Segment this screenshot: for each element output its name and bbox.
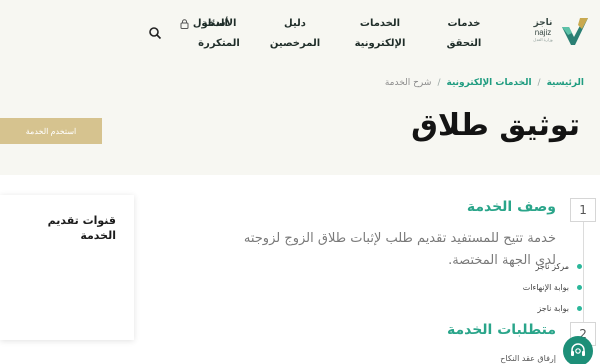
channels-title: قنوات تقديم الخدمة (47, 214, 116, 242)
nav-electronic-services[interactable]: الخدمات الإلكترونية (340, 14, 420, 54)
headset-support-icon (571, 343, 585, 356)
najiz-logo[interactable]: ناجز najiz وزارة العدل (530, 15, 588, 51)
najiz-checkmark-logo-icon (562, 18, 588, 45)
logo-arabic-text: ناجز (533, 18, 553, 28)
section-title-requirements: متطلبات الخدمة (446, 322, 556, 338)
use-service-button[interactable]: استخدم الخدمة (0, 118, 102, 144)
search-icon[interactable] (148, 26, 162, 40)
page-title: توثيق طلاق (411, 108, 580, 143)
section-title-description: وصف الخدمة (466, 199, 556, 215)
breadcrumb-electronic-services[interactable]: الخدمات الإلكترونية (446, 78, 531, 88)
service-channels-card: قنوات تقديم الخدمة (0, 195, 134, 340)
channel-label: بوابة الإنهاءات (522, 283, 569, 292)
bullet-dot-icon (577, 306, 582, 311)
logo-wordmark: ناجز najiz وزارة العدل (530, 18, 556, 43)
service-description-text: خدمة تتيح للمستفيد تقديم طلب لإثبات طلاق… (243, 231, 556, 268)
requirement-item: إرفاق عقد النكاح (500, 354, 556, 363)
breadcrumb: الرئيسية / الخدمات الإلكترونية / شرح الخ… (385, 78, 584, 88)
breadcrumb-current: شرح الخدمة (384, 78, 432, 88)
login-label: الدخول (192, 18, 228, 29)
breadcrumb-home[interactable]: الرئيسية (547, 78, 584, 88)
breadcrumb-separator: / (537, 78, 541, 88)
logo-subtitle: وزارة العدل (533, 37, 553, 42)
site-header: ناجز najiz وزارة العدل خدمات التحقق الخد… (0, 0, 600, 68)
steps-connector-line (583, 222, 584, 322)
breadcrumb-separator: / (437, 78, 441, 88)
bullet-dot-icon (577, 264, 582, 269)
channel-label: بوابة ناجز (537, 304, 569, 313)
logo-english-text: najiz (534, 28, 552, 37)
lock-icon (180, 19, 189, 29)
bullet-dot-icon (577, 285, 582, 290)
channel-item-endorsements-portal[interactable]: بوابة الإنهاءات (523, 283, 582, 292)
channel-item-najiz-portal[interactable]: بوابة ناجز (537, 304, 582, 313)
nav-verification-services[interactable]: خدمات التحقق (436, 14, 492, 54)
login-link[interactable]: الدخول (180, 14, 228, 34)
nav-licensees-directory[interactable]: دليل المرخصين (260, 14, 330, 54)
step-number: 1 (570, 198, 596, 222)
support-chat-button[interactable] (563, 336, 593, 364)
